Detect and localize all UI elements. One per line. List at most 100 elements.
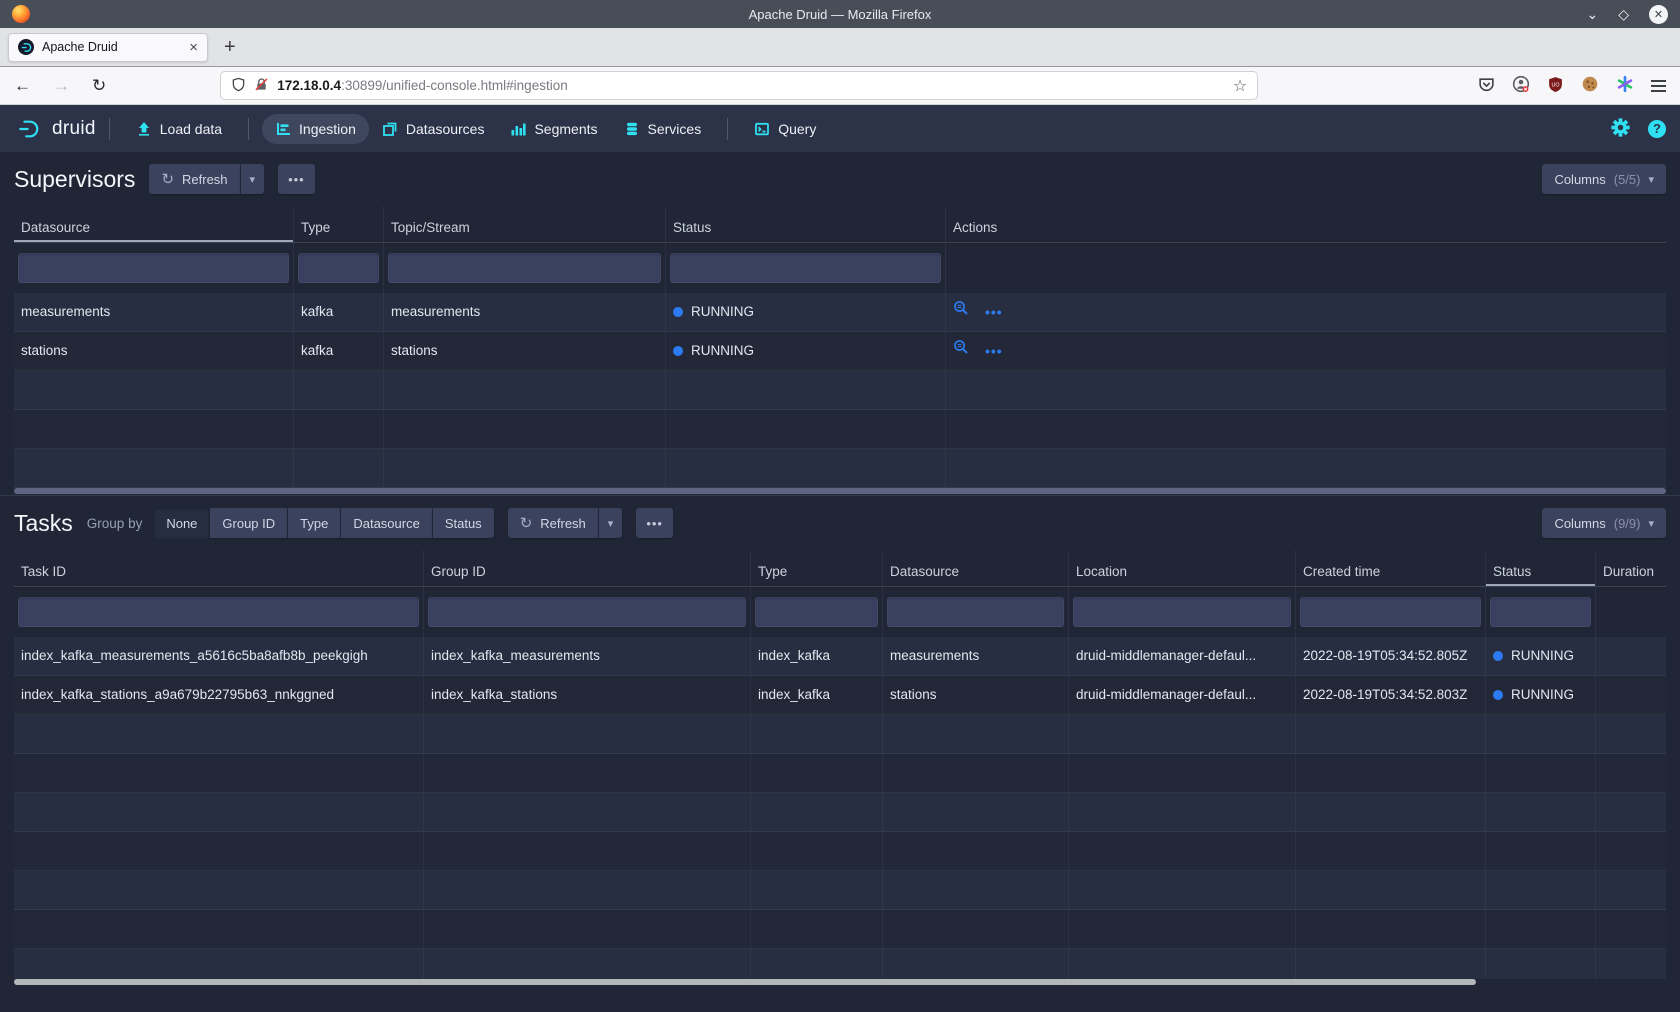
group-by-group-id-button[interactable]: Group ID [209, 508, 287, 538]
ublock-origin-icon[interactable]: UO [1547, 76, 1564, 96]
tracking-protection-shield-icon[interactable] [231, 77, 246, 95]
forward-button: → [53, 77, 70, 94]
scrollbar-thumb[interactable] [14, 488, 1666, 494]
supervisors-refresh-dropdown-button[interactable]: ▾ [240, 164, 265, 194]
created-time-filter-input[interactable] [1300, 597, 1481, 627]
druid-navbar: druid Load data Ingestion Datasources Se… [0, 105, 1680, 152]
column-header-status[interactable]: Status [1486, 550, 1596, 586]
maximize-button[interactable]: ◇ [1618, 7, 1629, 21]
insecure-lock-icon[interactable] [254, 77, 269, 95]
sparkle-extension-icon[interactable] [1616, 75, 1634, 96]
inspect-magnifier-icon[interactable] [953, 293, 969, 331]
cookie-extension-icon[interactable] [1581, 75, 1599, 96]
nav-item-services[interactable]: Services [611, 114, 715, 144]
location-filter-input[interactable] [1073, 597, 1291, 627]
group-id-filter-input[interactable] [428, 597, 746, 627]
nav-item-segments[interactable]: Segments [497, 114, 610, 144]
minimize-button[interactable]: ⌄ [1586, 7, 1598, 21]
tab-close-button[interactable]: × [189, 40, 198, 55]
columns-count: (5/5) [1614, 172, 1641, 187]
nav-item-query[interactable]: Query [741, 114, 829, 144]
supervisors-columns-button[interactable]: Columns (5/5) ▾ [1542, 164, 1666, 194]
column-header-duration[interactable]: Duration [1596, 550, 1666, 586]
status-filter-input[interactable] [670, 253, 941, 283]
browser-tab[interactable]: Apache Druid × [8, 33, 208, 62]
datasource-filter-input[interactable] [18, 253, 289, 283]
column-header-status[interactable]: Status [666, 206, 946, 242]
table-row-empty [14, 793, 1666, 832]
close-button[interactable]: ✕ [1649, 5, 1668, 24]
new-tab-button[interactable]: + [224, 36, 236, 59]
table-row-empty [14, 949, 1666, 979]
row-more-actions-icon[interactable]: ••• [985, 332, 1003, 370]
tasks-refresh-button[interactable]: ↻ Refresh [508, 508, 598, 538]
settings-gear-icon[interactable] [1611, 118, 1630, 140]
url-bar[interactable]: 172.18.0.4:30899/unified-console.html#in… [220, 71, 1258, 100]
tab-title: Apache Druid [42, 40, 181, 54]
reload-button[interactable]: ↻ [92, 77, 106, 94]
column-header-group-id[interactable]: Group ID [424, 550, 751, 586]
column-header-datasource[interactable]: Datasource [14, 206, 294, 242]
column-header-task-id[interactable]: Task ID [14, 550, 424, 586]
supervisors-hscrollbar [14, 487, 1666, 495]
upload-icon [136, 121, 152, 137]
nav-item-datasources[interactable]: Datasources [369, 114, 498, 144]
url-text[interactable]: 172.18.0.4:30899/unified-console.html#in… [277, 78, 1225, 93]
task-row[interactable]: index_kafka_measurements_a5616c5ba8afb8b… [14, 637, 1666, 676]
account-extension-icon[interactable] [1512, 75, 1530, 96]
column-header-type[interactable]: Type [751, 550, 883, 586]
type-filter-input[interactable] [298, 253, 379, 283]
group-by-status-button[interactable]: Status [432, 508, 494, 538]
help-icon[interactable]: ? [1648, 120, 1666, 138]
caret-down-icon: ▾ [250, 173, 256, 186]
tasks-columns-button[interactable]: Columns (9/9) ▾ [1542, 508, 1666, 538]
supervisors-table-header: Datasource Type Topic/Stream Status Acti… [14, 206, 1666, 243]
group-by-none-button[interactable]: None [154, 508, 209, 538]
cell-datasource: stations [883, 676, 1069, 714]
status-label: RUNNING [1511, 637, 1574, 675]
column-header-type[interactable]: Type [294, 206, 384, 242]
status-label: RUNNING [691, 332, 754, 370]
column-header-created-time[interactable]: Created time [1296, 550, 1486, 586]
task-id-filter-input[interactable] [18, 597, 419, 627]
group-by-datasource-button[interactable]: Datasource [340, 508, 431, 538]
supervisors-header: Supervisors ↻ Refresh ▾ ••• Columns (5/5… [0, 152, 1680, 206]
nav-item-ingestion[interactable]: Ingestion [262, 114, 369, 144]
nav-item-load-data[interactable]: Load data [123, 114, 235, 144]
supervisors-refresh-button[interactable]: ↻ Refresh [149, 164, 239, 194]
cell-datasource: measurements [883, 637, 1069, 675]
nav-divider [727, 118, 728, 140]
tasks-empty-rows [14, 715, 1666, 979]
bookmark-star-icon[interactable]: ☆ [1233, 76, 1247, 96]
supervisor-row[interactable]: measurements kafka measurements RUNNING … [14, 293, 1666, 332]
tasks-more-button[interactable]: ••• [636, 508, 673, 538]
type-filter-input[interactable] [755, 597, 878, 627]
tasks-hscrollbar [14, 978, 1666, 986]
druid-brand[interactable]: druid [14, 118, 96, 140]
inspect-magnifier-icon[interactable] [953, 332, 969, 370]
column-header-location[interactable]: Location [1069, 550, 1296, 586]
refresh-icon: ↻ [520, 514, 533, 532]
menu-hamburger-icon[interactable] [1651, 80, 1666, 92]
tasks-header: Tasks Group by None Group ID Type Dataso… [0, 496, 1680, 550]
tasks-refresh-dropdown-button[interactable]: ▾ [598, 508, 623, 538]
status-filter-input[interactable] [1490, 597, 1591, 627]
pocket-icon[interactable] [1478, 76, 1495, 96]
column-header-topic-stream[interactable]: Topic/Stream [384, 206, 666, 242]
cell-status: RUNNING [1486, 637, 1596, 675]
scrollbar-thumb[interactable] [14, 979, 1476, 985]
topic-stream-filter-input[interactable] [388, 253, 661, 283]
row-more-actions-icon[interactable]: ••• [985, 293, 1003, 331]
supervisor-row[interactable]: stations kafka stations RUNNING ••• [14, 332, 1666, 371]
column-header-actions[interactable]: Actions [946, 206, 1666, 242]
table-row-empty [14, 910, 1666, 949]
datasource-filter-input[interactable] [887, 597, 1064, 627]
group-by-type-button[interactable]: Type [287, 508, 340, 538]
table-row-empty [14, 754, 1666, 793]
supervisors-more-button[interactable]: ••• [278, 164, 315, 194]
column-header-datasource[interactable]: Datasource [883, 550, 1069, 586]
task-row[interactable]: index_kafka_stations_a9a679b22795b63_nnk… [14, 676, 1666, 715]
back-button[interactable]: ← [14, 77, 31, 94]
tasks-filter-row [14, 587, 1666, 637]
window-title: Apache Druid — Mozilla Firefox [0, 7, 1680, 22]
